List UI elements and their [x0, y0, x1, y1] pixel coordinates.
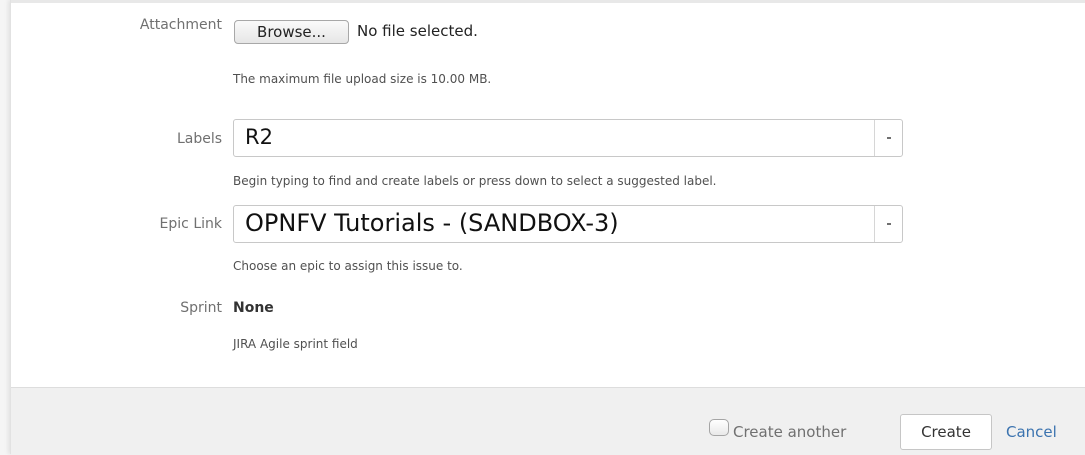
labels-field[interactable]: R2 — [233, 119, 903, 157]
sprint-help-text: JIRA Agile sprint field — [233, 337, 358, 351]
dialog-top-border — [11, 0, 1085, 3]
dialog-footer: Create another Create Cancel — [11, 387, 1085, 455]
sprint-value: None — [233, 300, 274, 316]
create-issue-dialog: Attachment Browse... No file selected. T… — [10, 0, 1085, 455]
epic-link-field[interactable]: OPNFV Tutorials - (SANDBOX-3) — [233, 205, 903, 243]
attachment-label: Attachment — [139, 17, 222, 33]
create-another-label[interactable]: Create another — [733, 423, 846, 441]
epic-link-dropdown-icon[interactable] — [874, 206, 902, 242]
browse-button[interactable]: Browse... — [234, 20, 349, 44]
labels-dropdown-icon[interactable] — [874, 120, 902, 156]
labels-help-text: Begin typing to find and create labels o… — [233, 174, 717, 188]
sprint-label: Sprint — [180, 300, 222, 316]
attachment-help-text: The maximum file upload size is 10.00 MB… — [233, 72, 492, 86]
epic-link-help-text: Choose an epic to assign this issue to. — [233, 259, 463, 273]
create-another-checkbox[interactable] — [709, 419, 729, 436]
cancel-link[interactable]: Cancel — [1006, 423, 1057, 441]
label-value: R2 — [245, 125, 273, 149]
file-status-text: No file selected. — [357, 22, 478, 40]
labels-label: Labels — [176, 131, 222, 147]
epic-link-label: Epic Link — [159, 216, 222, 232]
create-button[interactable]: Create — [900, 414, 992, 450]
epic-link-value: OPNFV Tutorials - (SANDBOX-3) — [245, 209, 619, 237]
